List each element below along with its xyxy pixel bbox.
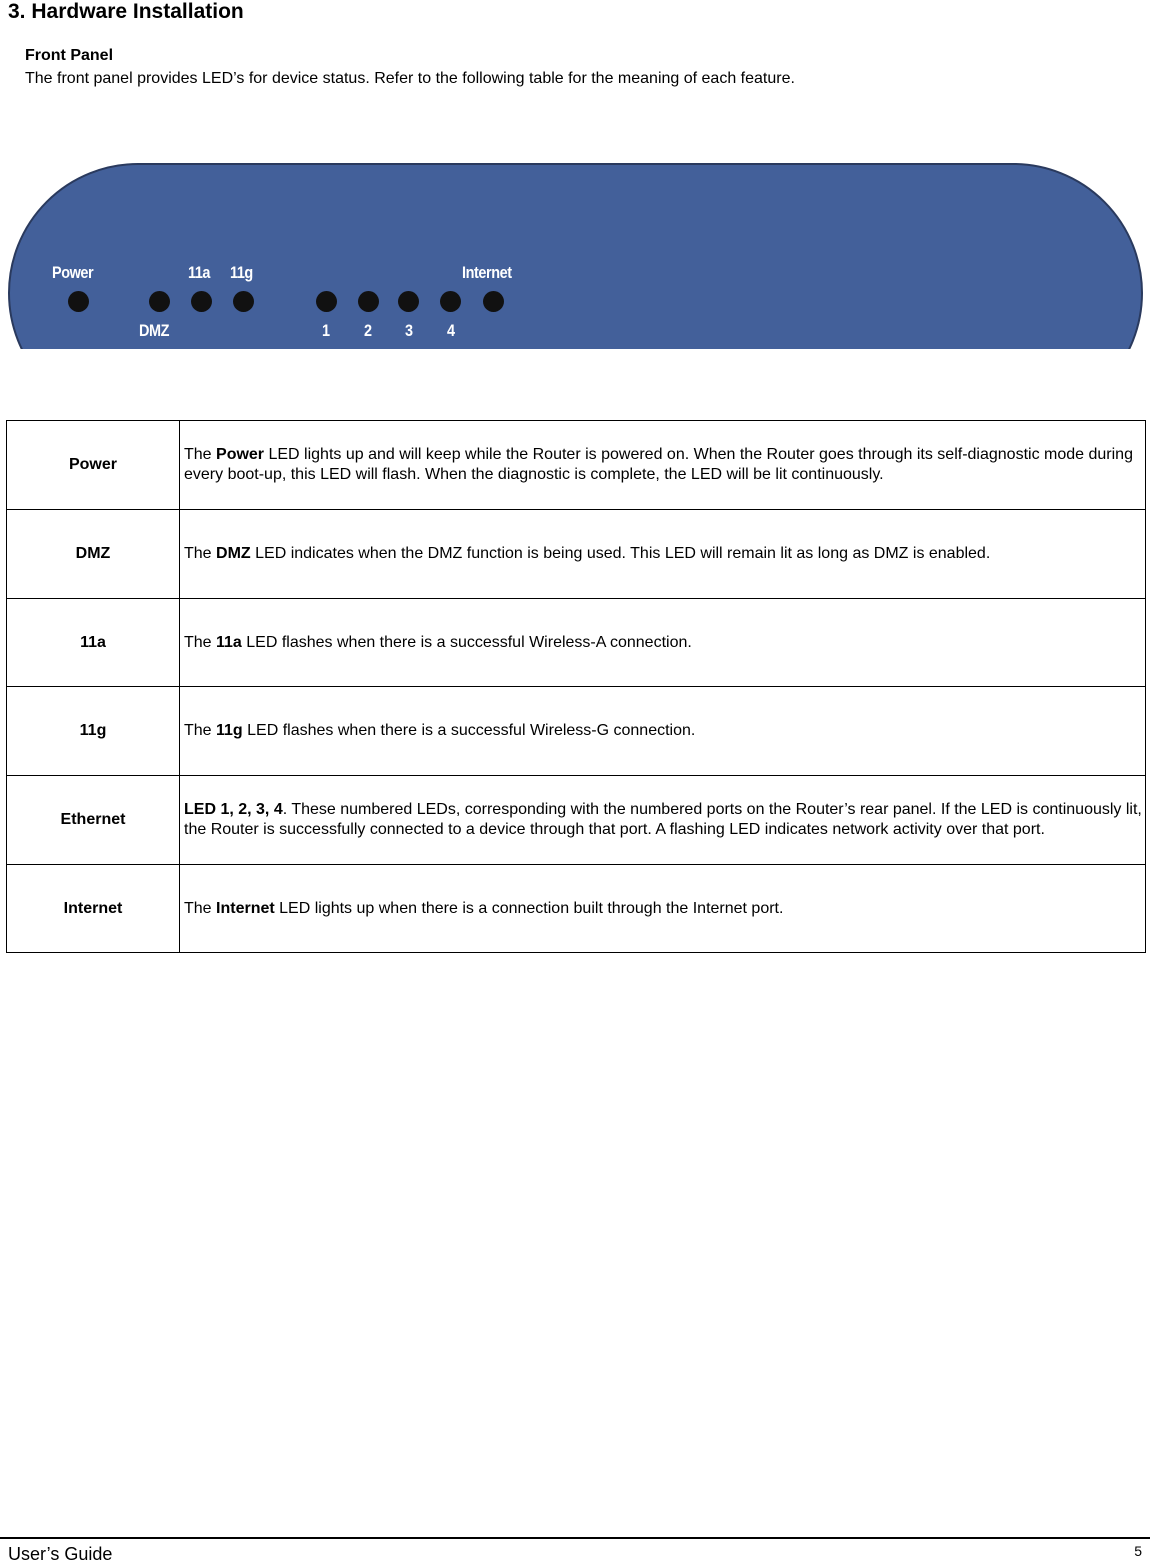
led-port1-indicator bbox=[316, 291, 337, 312]
led-11g-indicator bbox=[233, 291, 254, 312]
led-internet-indicator bbox=[483, 291, 504, 312]
desc-bold-term: 11g bbox=[216, 722, 243, 739]
section-heading: Front Panel bbox=[25, 47, 114, 64]
desc-prefix: The bbox=[184, 722, 217, 739]
panel-label-11a: 11a bbox=[188, 263, 211, 282]
desc-prefix: The bbox=[184, 446, 217, 463]
desc-text: LED lights up and will keep while the Ro… bbox=[184, 446, 1133, 483]
led-name-cell: Power bbox=[6, 420, 180, 510]
desc-bold-term: 11a bbox=[216, 633, 242, 651]
footer-divider bbox=[0, 1537, 1150, 1539]
desc-text: LED flashes when there is a successful W… bbox=[241, 633, 692, 651]
intro-paragraph: The front panel provides LED’s for devic… bbox=[25, 70, 795, 87]
led-name-cell: Ethernet bbox=[6, 775, 180, 865]
table-row: 11g The 11g LED flashes when there is a … bbox=[6, 686, 1146, 776]
led-description-cell: The DMZ LED indicates when the DMZ funct… bbox=[179, 509, 1146, 599]
desc-text: LED indicates when the DMZ function is b… bbox=[250, 545, 991, 562]
desc-prefix: The bbox=[184, 633, 217, 651]
panel-label-port2: 2 bbox=[364, 321, 372, 340]
desc-text: . These numbered LEDs, corresponding wit… bbox=[184, 801, 1142, 838]
led-name-cell: DMZ bbox=[6, 509, 180, 599]
table-row: 11a The 11a LED flashes when there is a … bbox=[6, 598, 1146, 687]
led-name-cell: 11g bbox=[6, 686, 180, 776]
led-description-cell: LED 1, 2, 3, 4. These numbered LEDs, cor… bbox=[179, 775, 1146, 865]
led-port4-indicator bbox=[440, 291, 461, 312]
desc-bold-term: DMZ bbox=[216, 545, 251, 562]
led-name-cell: Internet bbox=[6, 864, 180, 953]
led-power-indicator bbox=[68, 291, 89, 312]
table-row: DMZ The DMZ LED indicates when the DMZ f… bbox=[6, 509, 1146, 599]
desc-prefix: The bbox=[184, 899, 217, 917]
table-row: Internet The Internet LED lights up when… bbox=[6, 864, 1146, 953]
panel-label-11g: 11g bbox=[230, 263, 253, 282]
desc-text: LED lights up when there is a connection… bbox=[274, 899, 784, 917]
desc-bold-term: Power bbox=[216, 446, 265, 463]
desc-bold-term: Internet bbox=[216, 899, 275, 917]
led-name-cell: 11a bbox=[6, 598, 180, 687]
led-description-cell: The 11a LED flashes when there is a succ… bbox=[179, 598, 1146, 687]
led-description-cell: The 11g LED flashes when there is a succ… bbox=[179, 686, 1146, 776]
desc-bold-term: LED 1, 2, 3, 4 bbox=[184, 801, 283, 818]
page-number: 5 bbox=[1134, 1543, 1142, 1559]
footer-document-title: User’s Guide bbox=[8, 1544, 113, 1564]
desc-prefix: The bbox=[184, 545, 217, 562]
led-description-cell: The Internet LED lights up when there is… bbox=[179, 864, 1146, 953]
led-port3-indicator bbox=[398, 291, 419, 312]
led-port2-indicator bbox=[358, 291, 379, 312]
panel-label-internet: Internet bbox=[462, 263, 512, 282]
panel-label-port4: 4 bbox=[447, 321, 455, 340]
front-panel-image: Power 11a 11g Internet DMZ 1 2 3 4 bbox=[8, 163, 1143, 349]
led-dmz-indicator bbox=[149, 291, 170, 312]
panel-label-dmz: DMZ bbox=[139, 321, 170, 340]
led-description-table: Power The Power LED lights up and will k… bbox=[6, 420, 1146, 953]
led-description-cell: The Power LED lights up and will keep wh… bbox=[179, 420, 1146, 510]
front-panel-body bbox=[8, 163, 1143, 349]
table-row: Power The Power LED lights up and will k… bbox=[6, 420, 1146, 510]
desc-text: LED flashes when there is a successful W… bbox=[242, 722, 696, 739]
panel-label-port1: 1 bbox=[322, 321, 330, 340]
page-title: 3. Hardware Installation bbox=[8, 0, 244, 23]
panel-label-port3: 3 bbox=[405, 321, 413, 340]
panel-label-power: Power bbox=[52, 263, 94, 282]
table-row: Ethernet LED 1, 2, 3, 4. These numbered … bbox=[6, 775, 1146, 865]
led-11a-indicator bbox=[191, 291, 212, 312]
